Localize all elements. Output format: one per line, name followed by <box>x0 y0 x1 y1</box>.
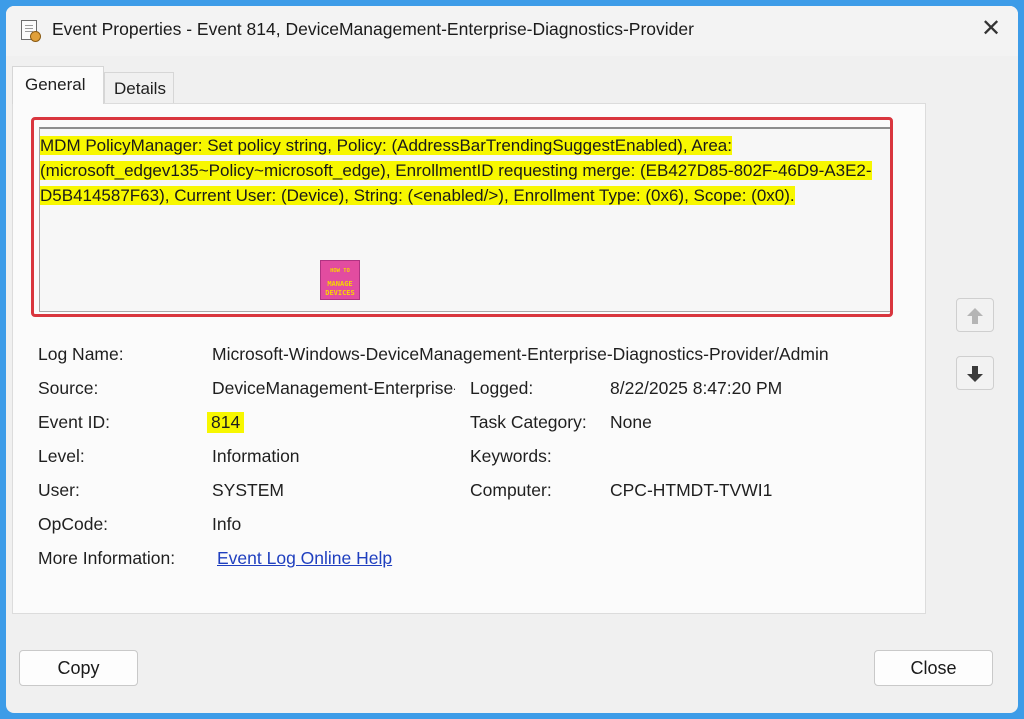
tab-general[interactable]: General <box>12 66 104 104</box>
event-id-label: Event ID: <box>38 412 110 432</box>
source-label: Source: <box>38 378 99 398</box>
log-name-label: Log Name: <box>38 344 124 364</box>
log-name-value[interactable]: Microsoft-Windows-DeviceManagement-Enter… <box>212 344 906 365</box>
arrow-down-icon <box>967 366 983 382</box>
logged-value[interactable]: 8/22/2025 8:47:20 PM <box>610 378 782 399</box>
window-title: Event Properties - Event 814, DeviceMana… <box>52 19 694 39</box>
copy-button[interactable]: Copy <box>19 650 138 686</box>
level-value[interactable]: Information <box>212 446 300 467</box>
arrow-up-icon <box>967 308 983 324</box>
task-category-value[interactable]: None <box>610 412 652 433</box>
watermark-logo: HOW TO MANAGE DEVICES <box>320 260 360 300</box>
tab-details[interactable]: Details <box>104 72 174 104</box>
computer-label: Computer: <box>470 480 552 500</box>
scroll-up-button[interactable] <box>956 298 994 332</box>
title-bar[interactable]: Event Properties - Event 814, DeviceMana… <box>6 6 1018 56</box>
keywords-label: Keywords: <box>470 446 552 466</box>
task-category-label: Task Category: <box>470 412 587 432</box>
logged-label: Logged: <box>470 378 534 398</box>
opcode-value[interactable]: Info <box>212 514 241 535</box>
close-button[interactable]: Close <box>874 650 993 686</box>
scroll-down-button[interactable] <box>956 356 994 390</box>
event-log-icon <box>21 20 41 42</box>
close-icon[interactable]: ✕ <box>976 15 1006 45</box>
more-information-label: More Information: <box>38 548 176 568</box>
user-label: User: <box>38 480 80 500</box>
annotation-highlight-box <box>31 117 893 317</box>
event-id-value[interactable]: 814 <box>207 412 245 433</box>
opcode-label: OpCode: <box>38 514 109 534</box>
level-label: Level: <box>38 446 85 466</box>
computer-value[interactable]: CPC-HTMDT-TVWI1 <box>610 480 772 501</box>
source-value[interactable]: DeviceManagement-Enterprise-Diagnostics-… <box>212 378 455 399</box>
user-value[interactable]: SYSTEM <box>212 480 284 501</box>
event-log-online-help-link[interactable]: Event Log Online Help <box>217 548 392 569</box>
